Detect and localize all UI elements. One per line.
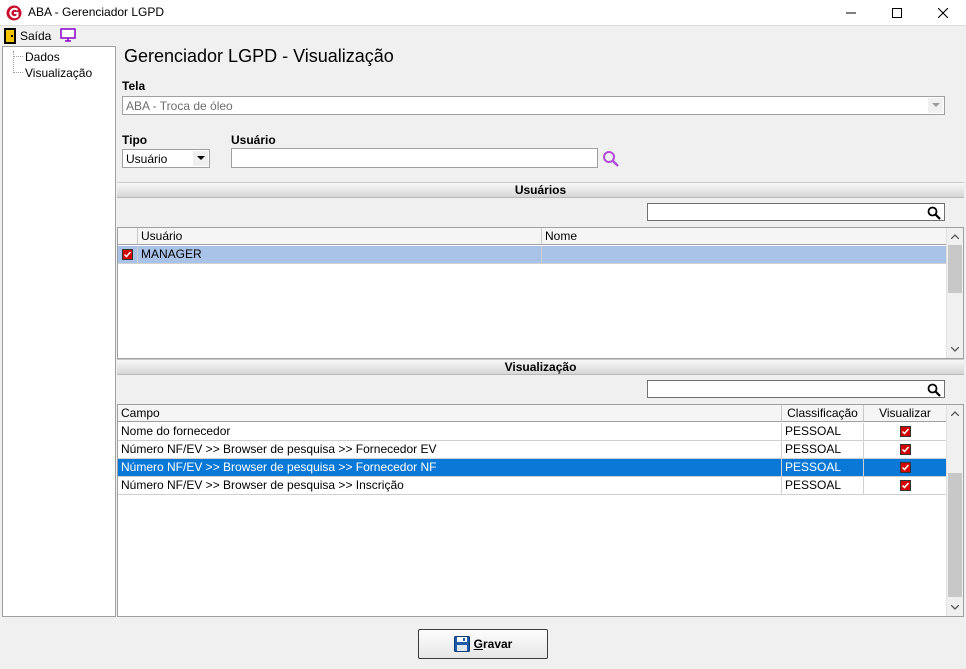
page-title: Gerenciador LGPD - Visualização (124, 46, 394, 66)
tree-connector (13, 72, 23, 73)
table-row[interactable]: Nome do fornecedor PESSOAL (118, 423, 947, 441)
visualizacao-section-header: Visualização (117, 359, 964, 375)
tree-item-dados[interactable]: Dados (25, 50, 60, 64)
usuarios-grid-header-usuario[interactable]: Usuário (138, 228, 542, 245)
visualizar-cell[interactable] (864, 477, 947, 495)
visualizacao-scrollbar[interactable] (946, 405, 963, 616)
menu-bar: Saída (0, 26, 966, 46)
tela-select[interactable]: ABA - Troca de óleo (122, 96, 945, 115)
nome-cell (542, 246, 947, 264)
tipo-dropdown-arrow[interactable] (193, 151, 208, 166)
scroll-down-button[interactable] (947, 599, 963, 616)
chevron-down-icon (951, 347, 959, 352)
usuarios-scrollbar[interactable] (946, 228, 963, 358)
scroll-up-button[interactable] (947, 405, 963, 422)
visualizacao-grid-header-visualizar[interactable]: Visualizar (864, 405, 947, 422)
checkmark-icon (900, 481, 910, 491)
window-title: ABA - Gerenciador LGPD (28, 5, 165, 19)
usuarios-grid: Usuário Nome MANAGER (117, 227, 964, 359)
tipo-select-value: Usuário (126, 152, 168, 166)
chevron-up-icon (951, 234, 959, 239)
exit-door-icon[interactable] (4, 28, 16, 44)
table-row[interactable]: MANAGER (118, 246, 947, 264)
visualizar-cell[interactable] (864, 459, 947, 477)
classificacao-cell: PESSOAL (782, 477, 864, 495)
usuarios-grid-header-check (118, 228, 138, 245)
tela-select-value: ABA - Troca de óleo (126, 99, 233, 113)
scroll-thumb[interactable] (948, 473, 962, 597)
usuarios-search-input[interactable] (648, 204, 924, 220)
table-row[interactable]: Número NF/EV >> Browser de pesquisa >> I… (118, 477, 947, 495)
campo-cell: Número NF/EV >> Browser de pesquisa >> F… (118, 459, 782, 477)
usuario-field[interactable] (231, 148, 598, 168)
tela-dropdown-arrow[interactable] (928, 98, 943, 113)
scroll-up-button[interactable] (947, 228, 963, 245)
tela-label: Tela (122, 79, 146, 93)
checkmark-icon (123, 250, 132, 260)
tree-item-visualizacao[interactable]: Visualização (25, 66, 92, 80)
tree-connector (13, 56, 23, 57)
minimize-button[interactable] (828, 0, 874, 26)
save-button-label: Gravar (474, 637, 513, 651)
visualizar-checkbox[interactable] (899, 444, 911, 456)
floppy-disk-icon (453, 636, 470, 652)
classificacao-cell: PESSOAL (782, 423, 864, 441)
maximize-icon (892, 8, 902, 18)
monitor-icon[interactable] (60, 28, 76, 42)
checkmark-icon (900, 427, 910, 437)
visualizar-checkbox[interactable] (899, 426, 911, 438)
close-icon (938, 8, 948, 18)
usuarios-section-header: Usuários (117, 182, 964, 198)
app-logo-icon (6, 5, 22, 21)
visualizar-checkbox[interactable] (899, 462, 911, 474)
usuario-check-cell[interactable] (118, 246, 138, 264)
classificacao-cell: PESSOAL (782, 441, 864, 459)
usuario-cell: MANAGER (138, 246, 542, 264)
campo-cell: Número NF/EV >> Browser de pesquisa >> F… (118, 441, 782, 459)
scroll-down-button[interactable] (947, 341, 963, 358)
visualizar-checkbox[interactable] (899, 480, 911, 492)
save-button-mnemonic: G (473, 637, 483, 651)
visualizacao-search-box[interactable] (647, 380, 945, 398)
usuarios-search-box[interactable] (647, 203, 945, 221)
maximize-button[interactable] (874, 0, 920, 26)
search-icon[interactable] (927, 383, 941, 397)
checkmark-icon (900, 463, 910, 473)
visualizar-cell[interactable] (864, 423, 947, 441)
usuario-label: Usuário (231, 133, 276, 147)
usuario-search-icon[interactable] (602, 150, 620, 168)
navigation-tree: Dados Visualização (2, 46, 116, 617)
tipo-select[interactable]: Usuário (122, 149, 210, 168)
campo-cell: Número NF/EV >> Browser de pesquisa >> I… (118, 477, 782, 495)
chevron-down-icon (951, 605, 959, 610)
tipo-label: Tipo (122, 133, 148, 147)
table-row[interactable]: Número NF/EV >> Browser de pesquisa >> F… (118, 441, 947, 459)
usuarios-grid-header-nome[interactable]: Nome (542, 228, 947, 245)
visualizacao-search-input[interactable] (648, 381, 924, 397)
chevron-down-icon (196, 156, 205, 160)
scroll-thumb[interactable] (948, 245, 962, 293)
save-button-label-rest: ravar (482, 637, 513, 651)
checkmark-icon (900, 445, 910, 455)
title-bar: ABA - Gerenciador LGPD (0, 0, 966, 26)
visualizar-cell[interactable] (864, 441, 947, 459)
chevron-down-icon (931, 103, 940, 107)
exit-menu-item[interactable]: Saída (20, 29, 51, 43)
usuario-checkbox[interactable] (122, 249, 133, 261)
chevron-up-icon (951, 411, 959, 416)
visualizacao-grid-header-classificacao[interactable]: Classificação (782, 405, 864, 422)
search-icon[interactable] (927, 206, 941, 220)
table-row[interactable]: Número NF/EV >> Browser de pesquisa >> F… (118, 459, 947, 477)
visualizacao-grid: Campo Classificação Visualizar Nome do f… (117, 404, 964, 617)
tree-connector (13, 51, 14, 73)
classificacao-cell: PESSOAL (782, 459, 864, 477)
usuario-input[interactable] (232, 149, 597, 167)
close-button[interactable] (920, 0, 966, 26)
save-button[interactable]: Gravar (418, 629, 548, 659)
minimize-icon (846, 12, 856, 14)
campo-cell: Nome do fornecedor (118, 423, 782, 441)
visualizacao-grid-header-campo[interactable]: Campo (118, 405, 782, 422)
